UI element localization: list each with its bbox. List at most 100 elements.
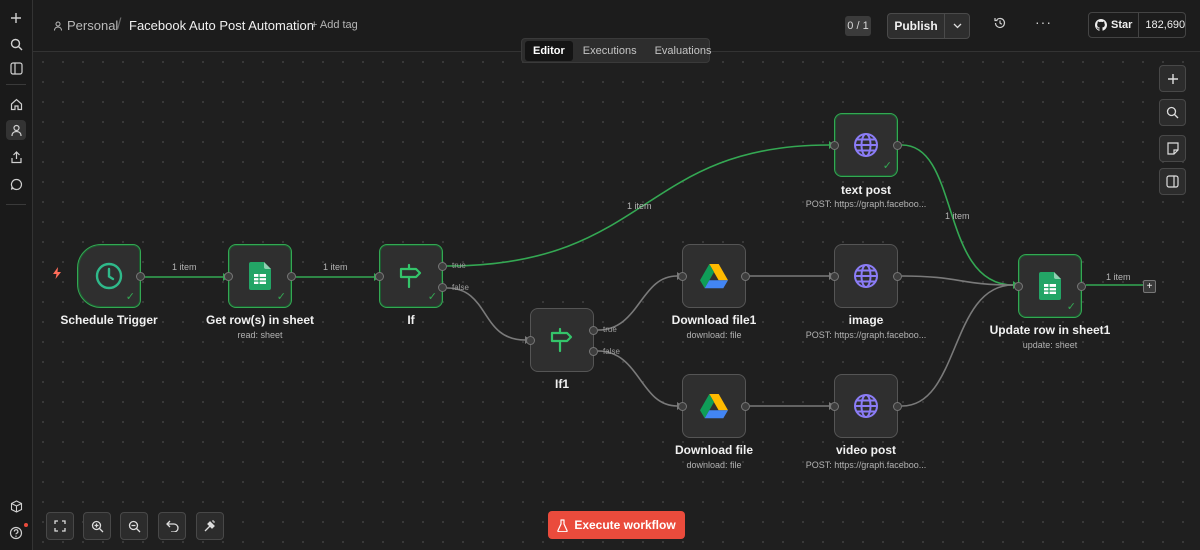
trigger-bolt-icon xyxy=(52,267,62,282)
node-label: Download file xyxy=(675,443,753,457)
sticky-note-icon xyxy=(1166,142,1179,155)
node-if1[interactable] xyxy=(526,308,598,372)
port-label-false: false xyxy=(452,283,469,292)
plus-icon xyxy=(1167,73,1178,84)
signpost-icon xyxy=(550,327,573,353)
node-subtitle: read: sheet xyxy=(237,330,283,340)
node-label: text post xyxy=(840,183,891,197)
node-label: Get row(s) in sheet xyxy=(205,313,315,327)
port-label-true: true xyxy=(603,325,617,334)
google-drive-icon xyxy=(700,393,728,418)
input-port[interactable] xyxy=(678,272,687,281)
port-label-true: true xyxy=(452,261,466,270)
output-port-true[interactable] xyxy=(589,326,598,335)
zoom-out-button[interactable] xyxy=(120,512,148,540)
success-check-icon: ✓ xyxy=(1066,301,1076,313)
node-label: Download file1 xyxy=(671,313,757,327)
tab-evaluations[interactable]: Evaluations xyxy=(647,41,720,61)
search-nodes-tool[interactable] xyxy=(1159,99,1186,126)
node-download-file[interactable] xyxy=(678,374,750,438)
tidy-up-button[interactable] xyxy=(196,512,224,540)
wand-icon xyxy=(204,520,215,532)
edge-label: 1 item xyxy=(172,262,197,272)
node-label: Schedule Trigger xyxy=(60,313,158,327)
node-subtitle: download: file xyxy=(686,330,742,340)
success-check-icon: ✓ xyxy=(882,160,892,172)
node-get-rows[interactable]: ✓ xyxy=(224,244,296,308)
panel-icon xyxy=(1166,175,1179,188)
output-port[interactable] xyxy=(741,402,750,411)
node-label: image xyxy=(848,313,884,327)
view-tabs: Editor Executions Evaluations xyxy=(521,38,711,63)
undo-icon xyxy=(165,520,179,532)
google-drive-icon xyxy=(700,263,728,288)
node-label: If1 xyxy=(554,377,569,391)
output-port[interactable] xyxy=(136,272,145,281)
output-port-true[interactable] xyxy=(438,262,447,271)
zoom-in-button[interactable] xyxy=(83,512,111,540)
zoom-in-icon xyxy=(91,520,103,532)
node-subtitle: POST: https://graph.faceboo... xyxy=(805,199,927,209)
tab-executions[interactable]: Executions xyxy=(575,41,645,61)
clock-icon xyxy=(95,262,123,290)
sticky-note-tool[interactable] xyxy=(1159,135,1186,162)
node-subtitle: POST: https://graph.faceboo... xyxy=(805,330,927,340)
google-sheets-icon xyxy=(1039,272,1061,300)
success-check-icon: ✓ xyxy=(427,291,437,303)
port-label-false: false xyxy=(603,347,620,356)
node-text-post[interactable]: ✓ xyxy=(830,113,902,177)
edge-label: 1 item xyxy=(945,211,970,221)
edge-label: 1 item xyxy=(323,262,348,272)
execute-workflow-button[interactable]: Execute workflow xyxy=(548,511,685,539)
google-sheets-icon xyxy=(249,262,271,290)
input-port[interactable] xyxy=(224,272,233,281)
node-label: Update row in sheet1 xyxy=(989,323,1111,337)
output-port-false[interactable] xyxy=(438,283,447,292)
add-node-button[interactable]: + xyxy=(1143,280,1156,293)
node-subtitle: POST: https://graph.faceboo... xyxy=(805,460,927,470)
success-check-icon: ✓ xyxy=(276,291,286,303)
node-download-file1[interactable] xyxy=(678,244,750,308)
node-image[interactable] xyxy=(830,244,902,308)
edge-label: 1 item xyxy=(1106,272,1131,282)
node-update-row[interactable]: ✓ xyxy=(1014,254,1086,318)
output-port-false[interactable] xyxy=(589,347,598,356)
output-port[interactable] xyxy=(893,141,902,150)
output-port[interactable] xyxy=(741,272,750,281)
output-port[interactable] xyxy=(1077,282,1086,291)
execute-workflow-label: Execute workflow xyxy=(574,518,676,532)
node-label: If xyxy=(407,313,415,327)
fit-view-icon xyxy=(54,520,66,532)
tab-editor[interactable]: Editor xyxy=(525,40,573,61)
undo-button[interactable] xyxy=(158,512,186,540)
output-port[interactable] xyxy=(287,272,296,281)
input-port[interactable] xyxy=(375,272,384,281)
node-label: video post xyxy=(835,443,896,457)
input-port[interactable] xyxy=(1014,282,1023,291)
node-schedule-trigger[interactable]: ✓ xyxy=(77,244,145,308)
globe-icon xyxy=(854,394,878,418)
node-video-post[interactable] xyxy=(830,374,902,438)
globe-icon xyxy=(854,133,878,157)
flask-icon xyxy=(557,518,568,532)
input-port[interactable] xyxy=(830,402,839,411)
input-port[interactable] xyxy=(678,402,687,411)
node-subtitle: download: file xyxy=(686,460,742,470)
edge-image-to-update xyxy=(901,275,1014,286)
node-subtitle: update: sheet xyxy=(1022,340,1078,350)
globe-icon xyxy=(854,264,878,288)
fit-view-button[interactable] xyxy=(46,512,74,540)
output-port[interactable] xyxy=(893,402,902,411)
panel-toggle-tool[interactable] xyxy=(1159,168,1186,195)
output-port[interactable] xyxy=(893,272,902,281)
search-icon xyxy=(1166,106,1179,119)
success-check-icon: ✓ xyxy=(125,291,135,303)
edge-label: 1 item xyxy=(627,201,652,211)
input-port[interactable] xyxy=(830,141,839,150)
node-if[interactable]: ✓ xyxy=(375,244,447,308)
input-port[interactable] xyxy=(526,336,535,345)
signpost-icon xyxy=(399,263,422,289)
input-port[interactable] xyxy=(830,272,839,281)
zoom-out-icon xyxy=(128,520,140,532)
add-node-tool[interactable] xyxy=(1159,65,1186,92)
